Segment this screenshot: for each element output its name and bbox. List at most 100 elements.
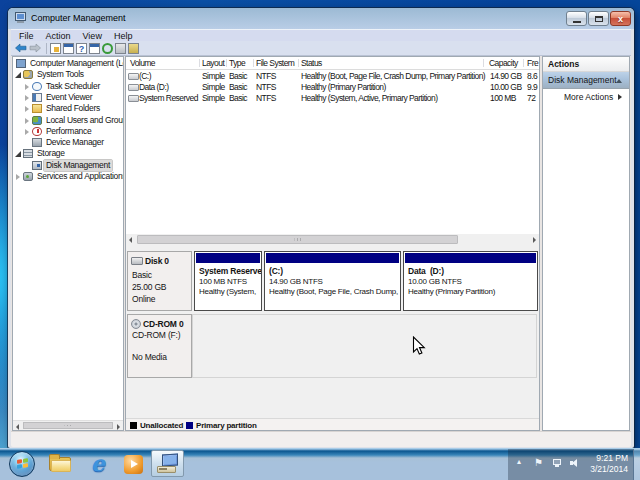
- cell: Basic: [229, 93, 247, 104]
- tree-item-label: Task Scheduler: [44, 81, 102, 92]
- column-header-file-system[interactable]: File System: [256, 57, 294, 70]
- help-icon[interactable]: ?: [76, 43, 87, 54]
- menu-help[interactable]: Help: [109, 30, 138, 42]
- expand-arrow-icon[interactable]: [24, 117, 31, 124]
- collapse-arrow-icon[interactable]: [15, 150, 22, 157]
- more-actions-item[interactable]: More Actions: [543, 89, 629, 105]
- menu-file[interactable]: File: [14, 30, 39, 42]
- expand-arrow-icon[interactable]: [24, 94, 31, 101]
- properties-icon[interactable]: [115, 43, 126, 54]
- show-desktop-button[interactable]: [633, 449, 640, 480]
- shared-folders-icon: [32, 104, 42, 113]
- start-button[interactable]: [9, 451, 35, 477]
- collapse-arrow-icon[interactable]: [15, 71, 22, 78]
- taskbar-computer-management-button[interactable]: [151, 450, 184, 477]
- scroll-right-icon[interactable]: [113, 421, 123, 430]
- tree-item-services-and-applications[interactable]: Services and Applications: [13, 171, 123, 182]
- taskbar-media-player-button[interactable]: [120, 452, 148, 476]
- snap-in-icon[interactable]: [128, 43, 139, 54]
- column-header-capacity[interactable]: Capacity: [489, 57, 518, 70]
- menu-view[interactable]: View: [78, 30, 107, 42]
- taskbar-explorer-button[interactable]: [46, 452, 74, 476]
- taskbar-clock[interactable]: 9:21 PM 3/21/2014: [590, 453, 628, 475]
- volume-icon[interactable]: [570, 459, 580, 468]
- tree-item-event-viewer[interactable]: Event Viewer: [13, 92, 123, 103]
- cdrom-media-area: [192, 314, 537, 378]
- tree-item-system-tools[interactable]: System Tools: [13, 69, 123, 80]
- partition-c[interactable]: (C:)14.90 GB NTFSHealthy (Boot, Page Fil…: [264, 251, 401, 311]
- menu-action[interactable]: Action: [41, 30, 76, 42]
- tree-item-label: Device Manager: [44, 137, 106, 148]
- tree-horizontal-scrollbar[interactable]: [13, 420, 123, 430]
- tree-item-local-users-and-group[interactable]: Local Users and Group: [13, 115, 123, 126]
- expand-arrow-icon[interactable]: [24, 83, 31, 90]
- clock-time: 9:21 PM: [590, 453, 628, 464]
- column-header-fre[interactable]: Fre: [527, 57, 538, 70]
- volume-icon: [128, 84, 139, 91]
- tree-item-label: Local Users and Group: [44, 115, 124, 126]
- disk-0-label-box[interactable]: Disk 0 Basic 25.00 GB Online: [127, 251, 192, 311]
- tree-item-label: Event Viewer: [44, 92, 94, 103]
- tray-expand-icon[interactable]: ▴: [517, 457, 521, 466]
- network-icon[interactable]: [553, 459, 563, 467]
- maximize-button[interactable]: [588, 11, 609, 26]
- collapse-icon[interactable]: [616, 79, 622, 83]
- cell: Simple: [202, 82, 225, 93]
- actions-group-disk-management[interactable]: Disk Management: [543, 72, 629, 89]
- action-center-flag-icon[interactable]: ⚑: [534, 457, 543, 468]
- cell: 14.90 GB: [490, 71, 522, 82]
- volume-row-c[interactable]: (C:)SimpleBasicNTFSHealthy (Boot, Page F…: [126, 71, 539, 82]
- volume-list-pane: Volume Layout Type File System Status Capacit…: [125, 56, 540, 431]
- tree-item-label: Disk Management: [44, 160, 112, 171]
- tree-item-disk-management[interactable]: Disk Management: [13, 160, 123, 171]
- back-icon[interactable]: [15, 43, 27, 53]
- tree-item-storage[interactable]: Storage: [13, 148, 123, 159]
- forward-icon[interactable]: [29, 43, 41, 53]
- refresh-icon[interactable]: [102, 43, 113, 54]
- volume-row-data-d[interactable]: Data (D:)SimpleBasicNTFSHealthy (Primary…: [126, 82, 539, 93]
- taskbar-ie-button[interactable]: e: [84, 452, 112, 476]
- cell: 8.6: [527, 71, 537, 82]
- export-icon[interactable]: [50, 43, 61, 54]
- tree-item-label: Storage: [35, 148, 67, 159]
- column-header-status[interactable]: Status: [301, 57, 322, 70]
- cell: 72: [527, 93, 535, 104]
- volume-row-system-reserved[interactable]: System ReservedSimpleBasicNTFSHealthy (S…: [126, 93, 539, 104]
- scroll-left-icon[interactable]: [13, 421, 23, 430]
- scroll-left-icon[interactable]: [126, 234, 136, 245]
- column-header-volume[interactable]: Volume: [130, 57, 155, 70]
- event-viewer-icon: [32, 93, 42, 102]
- legend-bar: Unallocated Primary partition: [126, 418, 539, 431]
- expand-arrow-icon[interactable]: [15, 173, 22, 180]
- storage-icon: [23, 149, 33, 158]
- expand-arrow-icon[interactable]: [24, 128, 31, 135]
- tree-item-computer-management-loc[interactable]: Computer Management (Loc: [13, 58, 123, 69]
- expand-arrow-icon[interactable]: [24, 105, 31, 112]
- window-icon-2[interactable]: [89, 43, 100, 54]
- volume-list-header[interactable]: Volume Layout Type File System Status Capacit…: [126, 57, 539, 70]
- column-header-type[interactable]: Type: [229, 57, 245, 70]
- minimize-button[interactable]: [566, 11, 587, 26]
- console-window-icon[interactable]: [63, 43, 74, 54]
- cell: NTFS: [256, 71, 276, 82]
- close-button[interactable]: x: [610, 11, 631, 26]
- tree-item-label: System Tools: [35, 69, 86, 80]
- scroll-right-icon[interactable]: [529, 234, 539, 245]
- volume-icon: [128, 73, 139, 80]
- tree-item-shared-folders[interactable]: Shared Folders: [13, 103, 123, 114]
- column-header-layout[interactable]: Layout: [202, 57, 224, 70]
- scrollbar-thumb[interactable]: [137, 235, 458, 244]
- tree-item-label: Computer Management (Loc: [28, 58, 124, 69]
- tree-item-device-manager[interactable]: Device Manager: [13, 137, 123, 148]
- volume-horizontal-scrollbar[interactable]: [126, 234, 539, 245]
- tree-item-performance[interactable]: Performance: [13, 126, 123, 137]
- cdrom-state: No Media: [132, 352, 167, 362]
- tree-item-task-scheduler[interactable]: Task Scheduler: [13, 81, 123, 92]
- partition-system-reserved[interactable]: System Reserved100 MB NTFSHealthy (Syste…: [194, 251, 262, 311]
- submenu-arrow-icon[interactable]: [618, 94, 622, 100]
- partition-data-d[interactable]: Data (D:)10.00 GB NTFSHealthy (Primary P…: [403, 251, 538, 311]
- cdrom-name: CD-ROM 0: [143, 319, 183, 329]
- task-scheduler-icon: [32, 82, 42, 91]
- cdrom-label-box[interactable]: CD-ROM 0 CD-ROM (F:) No Media: [127, 314, 192, 378]
- title-bar[interactable]: Computer Management x: [8, 8, 634, 29]
